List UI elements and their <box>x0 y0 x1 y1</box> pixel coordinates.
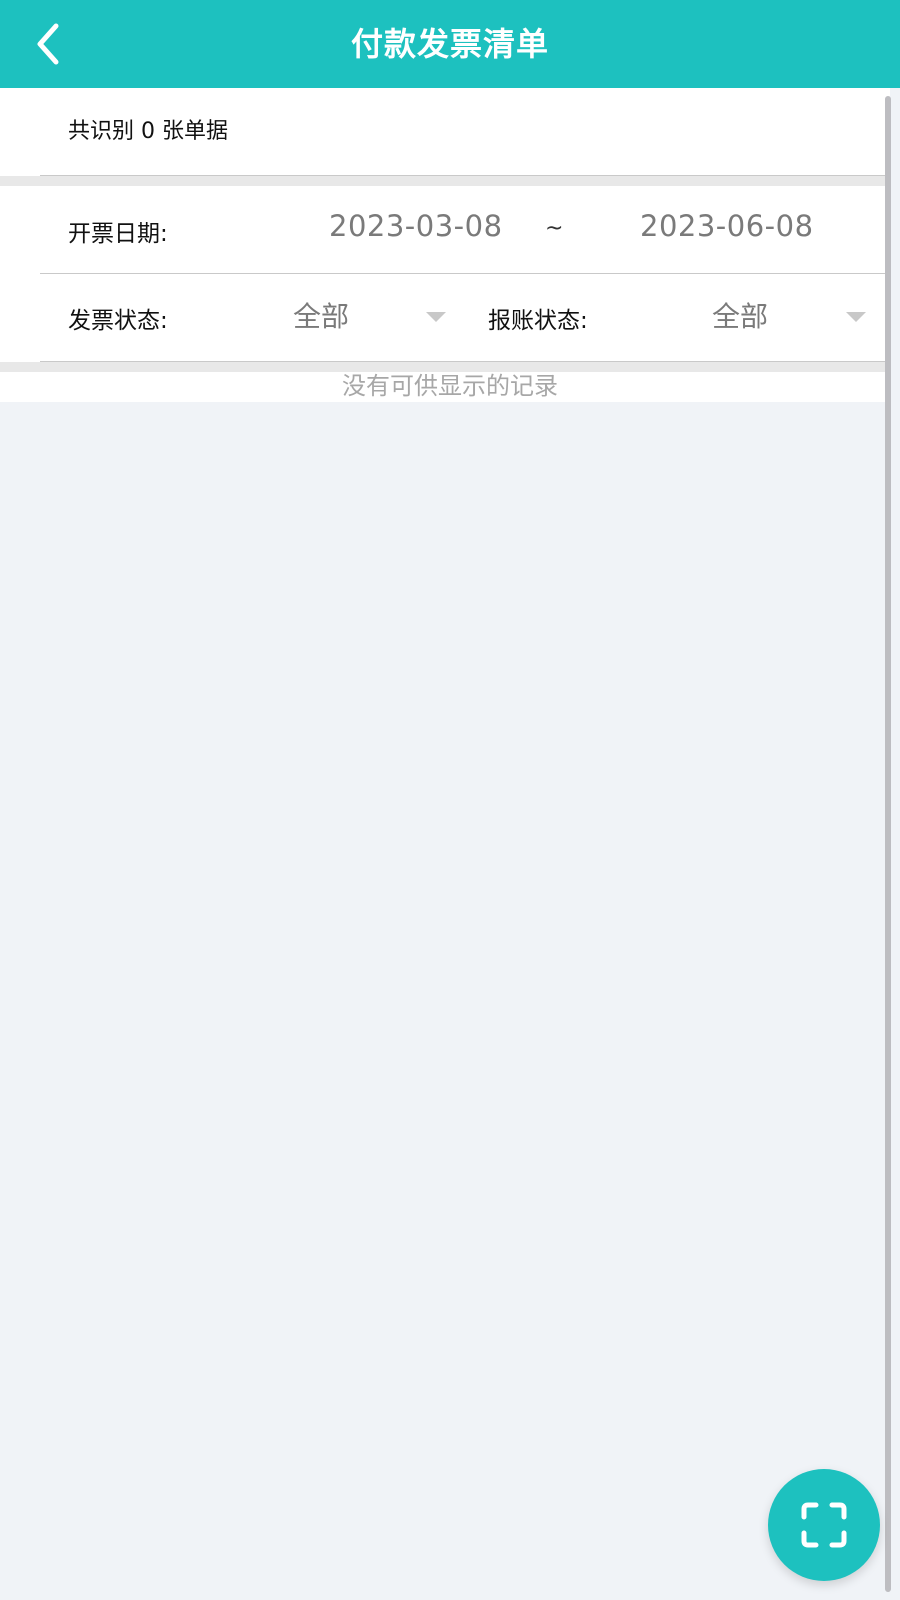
caret-down-icon <box>426 312 446 322</box>
date-to-field[interactable]: 2023-06-08 <box>640 209 814 243</box>
date-range-separator: ~ <box>545 216 564 241</box>
divider <box>40 273 890 274</box>
date-from-field[interactable]: 2023-03-08 <box>329 209 503 243</box>
reimburse-status-label: 报账状态: <box>488 308 588 334</box>
section-gap <box>0 176 890 186</box>
page-title: 付款发票清单 <box>350 25 549 63</box>
empty-list-message: 没有可供显示的记录 <box>342 372 558 400</box>
scan-button[interactable] <box>768 1469 880 1581</box>
reimburse-status-value: 全部 <box>712 300 769 333</box>
app-header: 付款发票清单 <box>0 0 900 88</box>
recognized-count-text: 共识别 0 张单据 <box>68 119 228 144</box>
caret-down-icon <box>846 312 866 322</box>
invoice-date-label: 开票日期: <box>68 221 168 247</box>
summary-panel: 共识别 0 张单据 <box>0 88 890 176</box>
scan-icon <box>801 1502 847 1548</box>
invoice-status-select[interactable]: 全部 <box>280 290 455 342</box>
invoice-status-label: 发票状态: <box>68 308 168 334</box>
scrollbar[interactable] <box>885 96 891 1592</box>
reimburse-status-select[interactable]: 全部 <box>700 290 875 342</box>
invoice-status-value: 全部 <box>293 300 350 333</box>
empty-state: 没有可供显示的记录 <box>0 372 890 402</box>
